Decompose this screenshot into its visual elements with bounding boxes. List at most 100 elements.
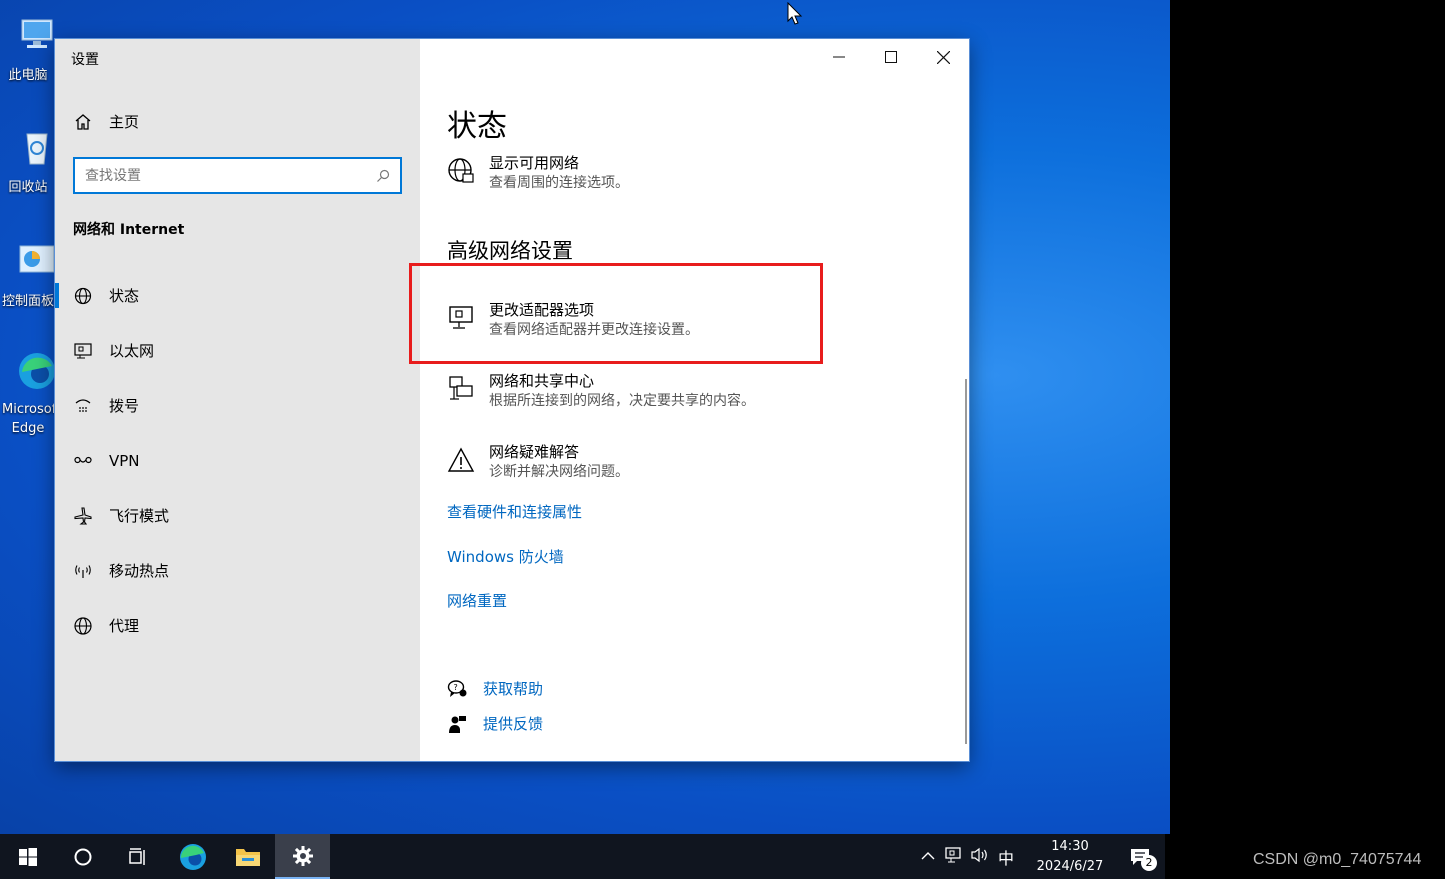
sidebar-item-airplane[interactable]: 飞行模式 (55, 488, 420, 543)
show-networks-item[interactable]: 显示可用网络 查看周围的连接选项。 (447, 153, 629, 193)
sidebar-item-label: 以太网 (109, 342, 155, 360)
clock-time: 14:30 (1051, 838, 1089, 854)
sidebar-item-label: 拨号 (109, 397, 140, 415)
search-box[interactable] (73, 157, 402, 194)
control-panel-icon (19, 245, 55, 273)
window-title: 设置 (71, 52, 99, 68)
sidebar-item-hotspot[interactable]: 移动热点 (55, 543, 420, 598)
globe-status-icon (74, 287, 92, 304)
vpn-icon (74, 456, 92, 463)
item-title: 网络疑难解答 (489, 443, 580, 461)
network-globe-icon (448, 158, 474, 183)
task-view-icon (128, 847, 145, 865)
folder-icon (235, 848, 260, 866)
settings-window: 设置 主页 网络和 Internet 状态 (55, 39, 969, 761)
get-help-label: 获取帮助 (483, 680, 544, 698)
dialup-icon (75, 398, 91, 412)
computer-icon (21, 19, 53, 48)
ethernet-icon (74, 342, 92, 358)
sidebar-item-status[interactable]: 状态 (55, 268, 420, 323)
highlight-box (409, 263, 823, 364)
volume-tray-button[interactable] (967, 847, 993, 867)
home-icon (75, 113, 91, 130)
content-pane: 状态 显示可用网络 查看周围的连接选项。 高级网络设置 更改适配器选项 查看网络… (420, 39, 969, 761)
sidebar-item-proxy[interactable]: 代理 (55, 598, 420, 653)
action-center-button[interactable]: 2 (1115, 847, 1165, 871)
settings-taskbar-button[interactable] (275, 834, 330, 879)
sidebar-item-ethernet[interactable]: 以太网 (55, 323, 420, 378)
maximize-icon (885, 51, 897, 63)
maximize-button[interactable] (865, 39, 917, 75)
svg-text:?: ? (454, 683, 458, 692)
close-button[interactable] (917, 39, 969, 75)
item-title: 网络和共享中心 (489, 372, 595, 390)
sidebar-item-label: 飞行模式 (109, 507, 170, 525)
sidebar-item-label: 代理 (109, 617, 140, 635)
home-button[interactable]: 主页 (73, 111, 139, 132)
speaker-icon (971, 847, 987, 862)
get-help-link[interactable]: ? 获取帮助 (447, 678, 543, 699)
search-icon[interactable] (376, 169, 390, 183)
chevron-up-icon (921, 851, 935, 859)
edge-icon (19, 353, 55, 389)
feedback-person-icon (449, 715, 466, 733)
home-label: 主页 (109, 113, 140, 131)
sidebar-item-label: 移动热点 (109, 562, 170, 580)
item-title: 显示可用网络 (489, 154, 580, 172)
feedback-label: 提供反馈 (483, 715, 544, 733)
sidebar: 设置 主页 网络和 Internet 状态 (55, 39, 420, 761)
gear-icon (292, 845, 313, 866)
close-icon (936, 50, 950, 64)
hardware-properties-link[interactable]: 查看硬件和连接属性 (447, 501, 582, 522)
nav-list: 状态 以太网 拨号 VPN 飞行模式 移动热点 代理 (55, 268, 420, 653)
file-explorer-button[interactable] (220, 834, 275, 879)
network-troubleshooter-item[interactable]: 网络疑难解答 诊断并解决网络问题。 (447, 442, 629, 482)
notification-count-badge: 2 (1141, 854, 1157, 871)
sidebar-item-label: VPN (109, 451, 140, 470)
sidebar-item-label: 状态 (109, 287, 140, 305)
sidebar-item-dialup[interactable]: 拨号 (55, 378, 420, 433)
network-reset-link[interactable]: 网络重置 (447, 590, 507, 611)
windows-logo-icon (18, 847, 37, 866)
proxy-globe-icon (74, 616, 92, 635)
help-chat-icon: ? (447, 679, 467, 697)
system-tray: 中 14:30 2024/6/27 2 (915, 834, 1165, 879)
item-desc: 诊断并解决网络问题。 (489, 464, 629, 480)
hotspot-icon (75, 564, 91, 578)
start-button[interactable] (0, 834, 55, 879)
clock-date: 2024/6/27 (1036, 858, 1104, 874)
show-hidden-icons-button[interactable] (915, 849, 941, 865)
search-input[interactable] (85, 167, 376, 184)
windows-firewall-link[interactable]: Windows 防火墙 (447, 546, 564, 567)
clock[interactable]: 14:30 2024/6/27 (1025, 837, 1115, 877)
warning-triangle-icon (447, 447, 475, 472)
black-area (1170, 0, 1445, 834)
section-title: 网络和 Internet (73, 222, 185, 238)
recycle-bin-icon (26, 133, 48, 165)
desktop-icon-label: 回收站 (8, 180, 48, 195)
feedback-link[interactable]: 提供反馈 (447, 713, 543, 734)
page-title: 状态 (447, 109, 507, 144)
desktop-icon-label: Microsoft Edge (2, 402, 54, 436)
task-view-button[interactable] (110, 834, 165, 879)
network-tray-button[interactable] (941, 846, 967, 867)
network-wired-icon (945, 846, 961, 862)
cortana-circle-icon (74, 848, 91, 865)
search-taskbar-button[interactable] (55, 834, 110, 879)
airplane-icon (74, 506, 92, 525)
input-method-indicator[interactable]: 中 (993, 845, 1019, 869)
mouse-cursor-icon (787, 2, 803, 25)
edge-taskbar-button[interactable] (165, 834, 220, 879)
scrollbar[interactable] (965, 379, 967, 744)
sharing-center-icon (449, 376, 473, 400)
taskbar: 中 14:30 2024/6/27 2 (0, 834, 1165, 879)
sidebar-item-vpn[interactable]: VPN (55, 433, 420, 488)
desktop-icon-label: 控制面板 (2, 294, 54, 309)
item-desc: 根据所连接到的网络，决定要共享的内容。 (489, 393, 755, 409)
edge-icon (179, 843, 206, 870)
minimize-icon (833, 56, 845, 58)
item-desc: 查看周围的连接选项。 (489, 175, 629, 191)
desktop-icon-label: 此电脑 (8, 68, 48, 83)
network-sharing-center-item[interactable]: 网络和共享中心 根据所连接到的网络，决定要共享的内容。 (447, 371, 755, 411)
minimize-button[interactable] (813, 39, 865, 75)
